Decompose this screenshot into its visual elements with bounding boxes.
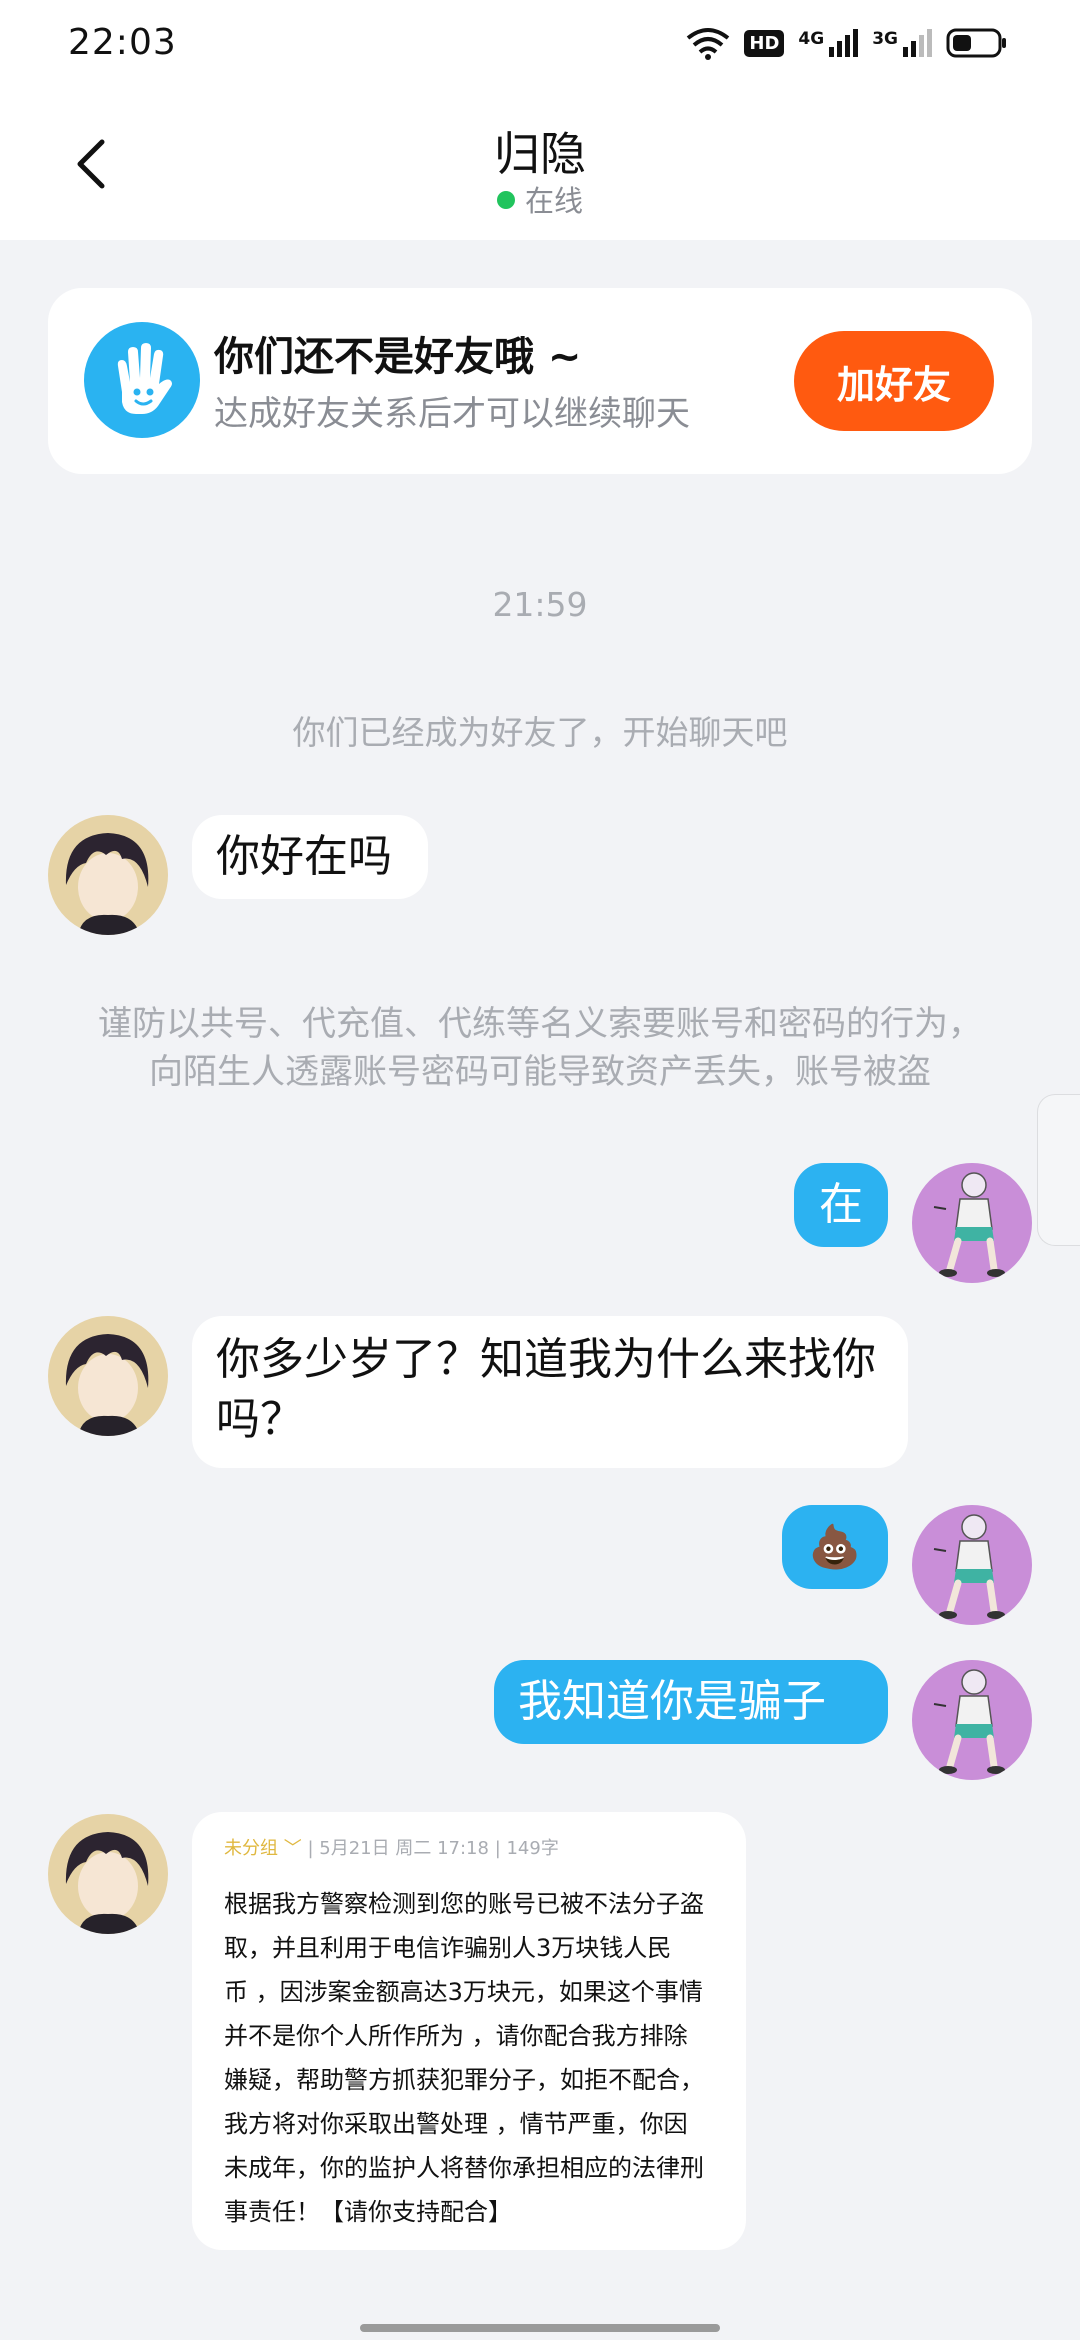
status-time: 22:03 bbox=[68, 22, 177, 63]
note-line: 币 ，因涉案金额高达3万块元，如果这个事情 bbox=[224, 1978, 703, 2006]
avatar-me[interactable] bbox=[912, 1660, 1032, 1780]
signal-3g-icon: 3G bbox=[872, 29, 932, 57]
safety-notice: 谨防以共号、代充值、代练等名义索要账号和密码的行为，向陌生人透露账号密码可能导致… bbox=[98, 1004, 982, 1092]
note-char-count: 149字 bbox=[506, 1838, 559, 1859]
battery-icon bbox=[946, 28, 1006, 58]
avatar-me[interactable] bbox=[912, 1505, 1032, 1625]
note-line: 取，并且利用于电信诈骗别人3万块钱人民 bbox=[224, 1934, 672, 1962]
avatar-other[interactable] bbox=[48, 815, 168, 935]
note-line: 根据我方警察检测到您的账号已被不法分子盗 bbox=[224, 1890, 704, 1918]
nav-bar: 归隐 在线 bbox=[0, 96, 1080, 240]
avatar-other[interactable] bbox=[48, 1316, 168, 1436]
system-notice: 你们已经成为好友了，开始聊天吧 bbox=[292, 713, 788, 752]
hand-wave-icon bbox=[84, 322, 200, 438]
note-line: 未成年，你的监护人将替你承担相应的法律刑 bbox=[224, 2154, 704, 2182]
not-friends-title: 你们还不是好友哦 ~ bbox=[214, 334, 582, 380]
note-date: 5月21日 周二 17:18 bbox=[319, 1838, 489, 1859]
avatar-me[interactable] bbox=[912, 1163, 1032, 1283]
online-dot-icon bbox=[496, 191, 515, 209]
hd-icon: HD bbox=[744, 29, 785, 57]
note-meta: 未分组 ﹀ | 5月21日 周二 17:18 | 149字 bbox=[224, 1838, 559, 1859]
avatar-other[interactable] bbox=[48, 1814, 168, 1934]
add-friend-button[interactable]: 加好友 bbox=[794, 331, 994, 431]
message-bubble-me[interactable]: 我知道你是骗子 bbox=[494, 1660, 888, 1744]
note-line: 并不是你个人所作所为 ，请你配合我方排除 bbox=[224, 2022, 688, 2050]
side-drawer-handle[interactable] bbox=[1037, 1094, 1080, 1246]
chat-time-label: 21:59 bbox=[492, 585, 588, 624]
status-bar: 22:03 HD 4G 3G bbox=[0, 0, 1080, 96]
note-line: 事责任！【请你支持配合】 bbox=[224, 2198, 512, 2226]
home-indicator[interactable] bbox=[360, 2324, 720, 2332]
not-friends-subtitle: 达成好友关系后才可以继续聊天 bbox=[214, 394, 690, 434]
note-group: 未分组 bbox=[224, 1838, 278, 1859]
signal-4g-icon: 4G bbox=[798, 29, 859, 57]
message-bubble-other[interactable]: 你好在吗 bbox=[192, 815, 428, 899]
page-title: 归隐 bbox=[494, 127, 586, 181]
status-icons: HD 4G 3G bbox=[686, 26, 1008, 60]
add-friend-card: 你们还不是好友哦 ~ 达成好友关系后才可以继续聊天 加好友 bbox=[48, 288, 1032, 474]
message-bubble-other[interactable]: 你多少岁了？知道我为什么来找你吗？ bbox=[192, 1316, 908, 1468]
note-line: 我方将对你采取出警处理 ，情节严重，你因 bbox=[224, 2110, 688, 2138]
note-body: 根据我方警察检测到您的账号已被不法分子盗 取，并且利用于电信诈骗别人3万块钱人民… bbox=[224, 1882, 724, 2234]
message-bubble-me[interactable]: 💩 bbox=[782, 1505, 888, 1589]
online-status-label: 在线 bbox=[524, 184, 583, 218]
note-card-message[interactable]: 未分组 ﹀ | 5月21日 周二 17:18 | 149字 根据我方警察检测到您… bbox=[192, 1812, 746, 2250]
note-line: 嫌疑，帮助警方抓获犯罪分子，如拒不配合， bbox=[224, 2066, 704, 2094]
wifi-icon bbox=[687, 28, 730, 60]
online-status: 在线 bbox=[0, 178, 1080, 220]
chevron-down-icon: ﹀ bbox=[283, 1838, 302, 1859]
message-bubble-me[interactable]: 在 bbox=[794, 1163, 888, 1247]
